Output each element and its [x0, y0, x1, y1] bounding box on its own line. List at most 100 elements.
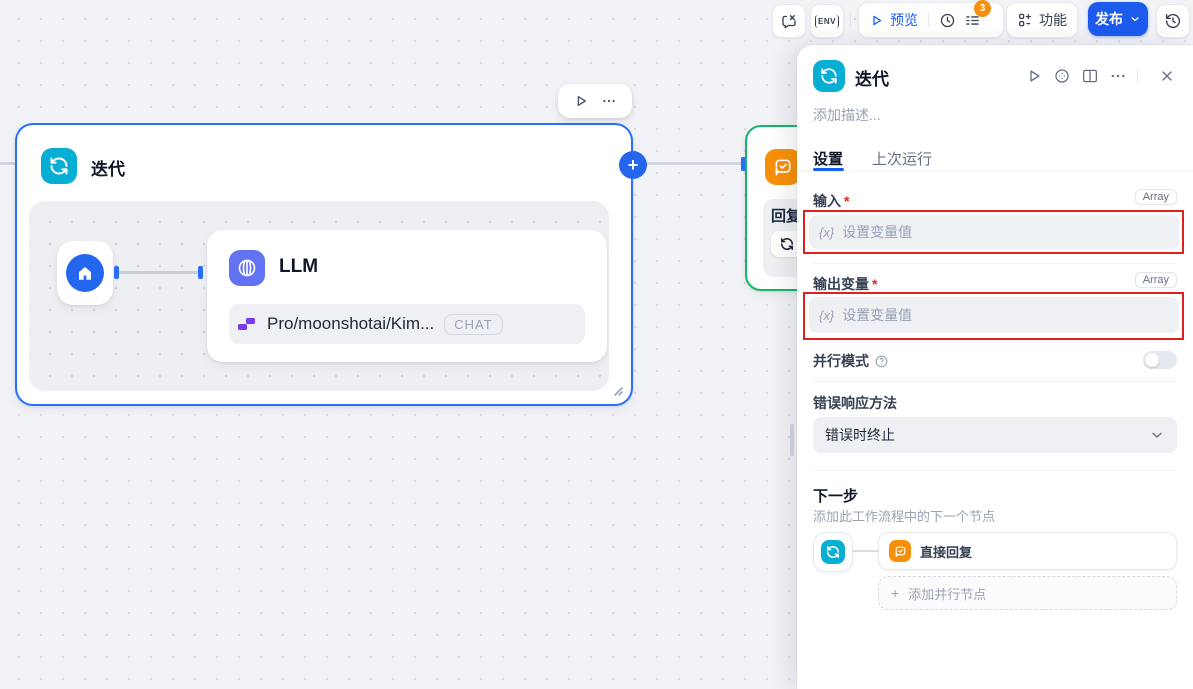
input-label-text: 输入: [813, 193, 841, 209]
refresh-icon: [49, 156, 69, 176]
panel-node-icon: [813, 60, 845, 92]
workflow-canvas[interactable]: 迭代 LLM: [0, 0, 1193, 689]
output-variable-field[interactable]: {x} 设置变量值: [809, 297, 1179, 333]
llm-node[interactable]: LLM Pro/moonshotai/Kim... CHAT: [207, 230, 607, 362]
group-divider: [928, 13, 929, 27]
next-step-source-node: [813, 532, 853, 572]
publish-button[interactable]: 发布: [1088, 2, 1148, 36]
node-config-panel: 迭代 添加描述... 设置 上次运行 输入* Array: [797, 45, 1193, 689]
run-history-icon[interactable]: [939, 12, 956, 29]
panel-resize-handle[interactable]: [790, 424, 794, 456]
edge-outgoing: [647, 162, 743, 165]
edge-handle: [198, 266, 203, 279]
resize-corner-icon[interactable]: [610, 383, 624, 397]
docs-icon[interactable]: [1081, 67, 1099, 85]
tab-settings[interactable]: 设置: [813, 148, 843, 169]
iteration-node[interactable]: 迭代 LLM: [15, 123, 633, 406]
env-icon: ENV: [815, 15, 839, 28]
plus-glyph: +: [891, 585, 899, 601]
next-step-connector: [852, 550, 878, 552]
iteration-node-title: 迭代: [91, 155, 125, 180]
iteration-start-node[interactable]: [57, 241, 113, 305]
section-divider: [813, 381, 1177, 382]
required-mark: *: [844, 193, 849, 209]
panel-title: 迭代: [855, 65, 889, 90]
chevron-down-icon: [1149, 427, 1165, 443]
preview-label: 预览: [890, 10, 918, 30]
variable-glyph: {x}: [819, 225, 834, 240]
next-step-title: 下一步: [813, 485, 858, 506]
add-parallel-label: 添加并行节点: [908, 584, 986, 603]
play-icon[interactable]: [573, 93, 589, 109]
target-node-label: 直接回复: [920, 542, 972, 561]
required-mark: *: [872, 276, 877, 292]
edge-incoming: [0, 162, 16, 165]
checklist-badge: 3: [974, 0, 991, 17]
section-divider: [813, 470, 1177, 471]
section-divider: [813, 263, 1177, 264]
panel-more-icon[interactable]: [1109, 67, 1127, 85]
error-method-value: 错误时终止: [825, 425, 895, 445]
description-field[interactable]: 添加描述...: [813, 105, 881, 125]
locate-node-icon[interactable]: [1053, 67, 1071, 85]
env-button[interactable]: ENV: [810, 4, 844, 38]
refresh-icon: [820, 67, 838, 85]
iteration-start-circle: [66, 254, 104, 292]
home-icon: [76, 264, 94, 282]
run-node-icon[interactable]: [1025, 67, 1043, 85]
parallel-mode-toggle[interactable]: [1143, 351, 1177, 369]
output-label-text: 输出变量: [813, 276, 869, 292]
more-icon[interactable]: [601, 93, 617, 109]
tabs-divider: [797, 171, 1193, 172]
output-type-badge: Array: [1135, 272, 1177, 288]
history-icon: [1164, 12, 1182, 30]
close-icon[interactable]: [1159, 68, 1175, 84]
toggle-knob: [1145, 353, 1159, 367]
brain-icon: [236, 257, 258, 279]
toolbar-divider: [850, 13, 851, 27]
reply-bubble-icon: [773, 157, 793, 177]
features-label: 功能: [1039, 10, 1067, 30]
output-label: 输出变量*: [813, 274, 877, 294]
refresh-icon: [826, 545, 840, 559]
preview-button[interactable]: 预览: [859, 10, 928, 30]
add-parallel-node-button[interactable]: + 添加并行节点: [878, 576, 1177, 610]
answer-node-icon: [765, 149, 801, 185]
variable-glyph: {x}: [819, 308, 834, 323]
answer-mini-icon: [889, 540, 911, 562]
tab-last-run[interactable]: 上次运行: [872, 148, 932, 169]
iteration-ref-icon: [780, 237, 794, 251]
llm-node-title: LLM: [279, 256, 318, 278]
source-node-icon: [821, 540, 845, 564]
edge-inner: [119, 271, 198, 274]
parallel-mode-row: 并行模式: [813, 351, 889, 371]
model-provider-icon: [237, 316, 257, 332]
features-icon: [1017, 12, 1033, 28]
play-icon: [869, 13, 884, 28]
llm-model-name: Pro/moonshotai/Kim...: [267, 314, 434, 334]
next-step-subtitle: 添加此工作流程中的下一个节点: [813, 506, 995, 525]
features-button[interactable]: 功能: [1006, 2, 1078, 38]
llm-mode-badge: CHAT: [444, 314, 502, 335]
help-icon: [874, 354, 889, 369]
llm-model-pill: Pro/moonshotai/Kim... CHAT: [229, 304, 585, 344]
annotation-button[interactable]: [772, 4, 806, 38]
error-method-select[interactable]: 错误时终止: [813, 417, 1177, 453]
parallel-mode-label: 并行模式: [813, 351, 869, 371]
output-placeholder: 设置变量值: [842, 305, 912, 325]
header-divider: [1137, 69, 1138, 83]
error-method-label: 错误响应方法: [813, 393, 897, 413]
input-placeholder: 设置变量值: [842, 222, 912, 242]
next-step-target-node[interactable]: 直接回复: [878, 532, 1177, 570]
publish-label: 发布: [1095, 9, 1123, 29]
input-type-badge: Array: [1135, 189, 1177, 205]
input-label: 输入*: [813, 191, 849, 211]
version-history-button[interactable]: [1156, 4, 1190, 38]
reply-bubble-icon: [894, 545, 907, 558]
add-node-button[interactable]: +: [619, 151, 647, 179]
llm-node-icon: [229, 250, 265, 286]
iteration-node-icon: [41, 148, 77, 184]
input-variable-field[interactable]: {x} 设置变量值: [809, 215, 1179, 249]
chevron-down-icon: [1129, 13, 1141, 25]
node-actions-pill: [558, 84, 632, 118]
